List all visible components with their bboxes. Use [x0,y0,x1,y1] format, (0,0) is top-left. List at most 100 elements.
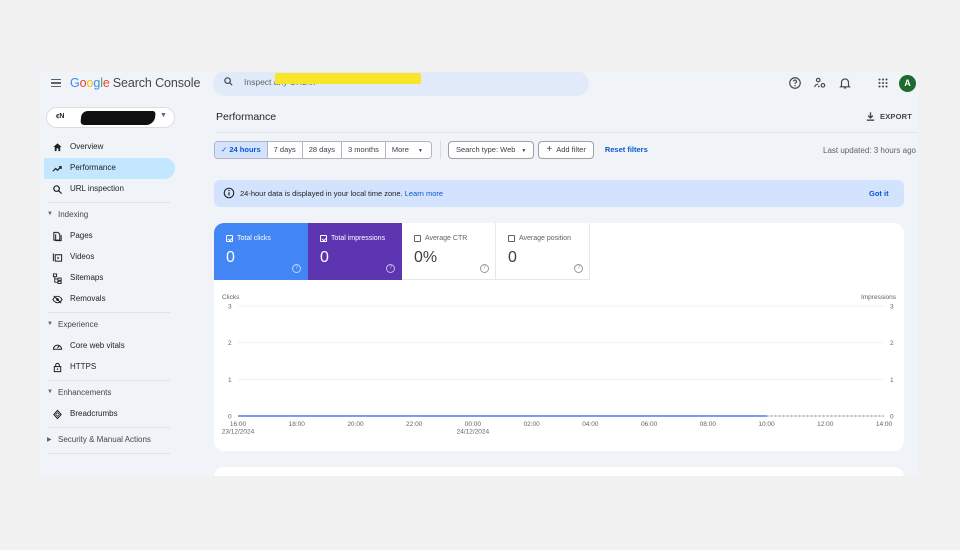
x-tick-label: 10:00 [758,421,775,428]
sidebar-section-experience[interactable]: ▼ Experience [44,315,175,336]
checkbox-checked-icon[interactable] [226,235,233,242]
date-range-more-dropdown[interactable]: More ▼ [385,142,431,158]
sidebar-nav: Overview Performance URL inspection ▼ In… [44,137,175,456]
export-label: EXPORT [880,112,913,121]
sidebar-item-label: Videos [70,252,95,261]
y-axis-label-right: Impressions [861,294,897,301]
performance-card: Total clicks 0 ? Total impressions 0 ? A… [214,223,904,451]
sidebar-divider [48,202,170,203]
help-icon[interactable] [788,76,802,90]
metric-value: 0 [226,249,235,266]
sidebar-item-performance[interactable]: Performance [44,158,175,179]
sidebar-section-enhancements[interactable]: ▼ Enhancements [44,383,175,404]
sidebar-divider [48,312,170,313]
caret-down-icon: ▼ [47,321,53,327]
sidebar-item-label: Breadcrumbs [70,409,118,418]
sidebar-item-videos[interactable]: Videos [44,247,175,268]
date-range-24-hours[interactable]: ✓ 24 hours [215,142,268,158]
info-icon [223,187,235,199]
search-icon [224,77,233,86]
sidebar-item-pages[interactable]: Pages [44,226,175,247]
sidebar-item-label: URL inspection [70,184,124,193]
removals-icon [52,295,63,304]
banner-message: 24-hour data is displayed in your local … [240,189,443,198]
metric-average-ctr[interactable]: Average CTR 0% ? [402,223,496,280]
search-icon [53,185,63,195]
sidebar-item-breadcrumbs[interactable]: Breadcrumbs [44,404,175,425]
sidebar-item-removals[interactable]: Removals [44,289,175,310]
redaction-mark [275,73,421,84]
date-range-28-days[interactable]: 28 days [302,142,343,158]
sitemap-icon [52,273,62,284]
x-tick-label: 16:00 [230,421,247,428]
metric-average-position[interactable]: Average position 0 ? [496,223,590,280]
metric-total-impressions[interactable]: Total impressions 0 ? [308,223,402,280]
sidebar-section-label: Indexing [58,210,89,219]
sidebar-section-label: Security & Manual Actions [58,435,151,444]
date-range-7-days[interactable]: 7 days [267,142,303,158]
sidebar-item-label: Overview [70,142,104,151]
help-icon[interactable]: ? [574,264,583,273]
help-icon[interactable]: ? [480,264,489,273]
filter-bar: ✓ 24 hours 7 days 28 days 3 months More ▼… [214,141,648,159]
search-type-dropdown[interactable]: Search type: Web ▼ [447,141,535,159]
plus-icon: + [546,144,553,155]
main-menu-icon[interactable] [49,77,63,91]
property-favicon: ꞓN [56,113,65,120]
y-tick-label-right: 3 [890,304,894,311]
checkbox-unchecked-icon[interactable] [414,235,421,242]
product-name: Search Console [112,76,201,90]
caret-down-icon: ▼ [521,148,527,154]
property-selector[interactable]: ꞓN ▼ [46,107,175,128]
checkbox-unchecked-icon[interactable] [508,235,515,242]
metric-label: Total impressions [331,235,386,242]
caret-down-icon: ▼ [417,148,423,154]
url-inspection-search-input[interactable]: Inspect any URL in [213,72,589,96]
banner-text: 24-hour data is displayed in your local … [240,189,403,198]
y-tick-label-right: 0 [890,414,894,421]
page-title: Performance [216,111,277,123]
learn-more-link[interactable]: Learn more [405,189,443,198]
got-it-button[interactable]: Got it [869,189,889,198]
account-avatar[interactable]: A [899,75,916,92]
reset-filters-link[interactable]: Reset filters [605,141,648,159]
speed-gauge-icon [52,344,63,350]
checkbox-checked-icon[interactable] [320,235,327,242]
x-tick-label: 14:00 [876,421,893,428]
logo-letter: G [70,76,80,90]
search-type-label: Search type: Web [455,145,516,154]
lock-icon [53,362,62,373]
sidebar-item-core-web-vitals[interactable]: Core web vitals [44,336,175,357]
performance-chart[interactable]: Clicks Impressions 0 0 1 1 2 2 3 3 16:0023/12/2… [214,285,904,451]
sidebar-item-label: Removals [70,294,106,303]
metric-total-clicks[interactable]: Total clicks 0 ? [214,223,308,280]
help-icon[interactable]: ? [292,264,301,273]
sidebar-item-url-inspection[interactable]: URL inspection [44,179,175,200]
last-updated-text: Last updated: 3 hours ago [823,146,916,155]
x-tick-date-label: 24/12/2024 [457,429,490,436]
sidebar-item-overview[interactable]: Overview [44,137,175,158]
y-tick-label-left: 2 [228,340,232,347]
breadcrumbs-icon [53,409,62,420]
help-icon[interactable]: ? [386,264,395,273]
trending-up-icon [52,166,62,172]
sidebar-section-security-manual-actions[interactable]: ▶ Security & Manual Actions [44,430,175,451]
x-tick-label: 06:00 [641,421,658,428]
header-divider [216,132,918,133]
search-console-users-icon[interactable] [813,76,827,90]
y-tick-label-right: 2 [890,340,894,347]
add-filter-button[interactable]: + Add filter [538,141,594,159]
date-range-3-months[interactable]: 3 months [342,142,386,158]
sidebar-divider [48,380,170,381]
sidebar-item-https[interactable]: HTTPS [44,357,175,378]
chevron-down-icon: ▼ [160,112,167,119]
x-tick-label: 20:00 [347,421,364,428]
metric-label: Total clicks [237,235,271,242]
sidebar-item-sitemaps[interactable]: Sitemaps [44,268,175,289]
search-console-logo[interactable]: Google Search Console [70,76,200,90]
apps-grid-icon[interactable] [876,76,890,90]
y-axis-label-left: Clicks [222,294,240,301]
sidebar-section-indexing[interactable]: ▼ Indexing [44,205,175,226]
notifications-icon[interactable] [838,76,852,90]
caret-down-icon: ▼ [47,211,53,217]
